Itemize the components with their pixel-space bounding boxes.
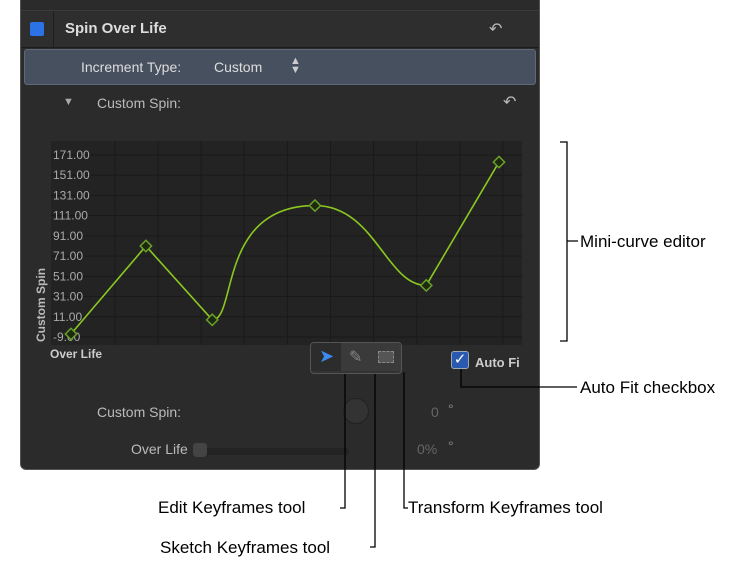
y-tick-label: 171.00 [53,148,90,162]
annotation-sketch-tool: Sketch Keyframes tool [160,538,331,557]
y-tick-label: 131.00 [53,188,90,202]
y-tick-label: 91.00 [53,229,83,243]
annotation-auto-fit: Auto Fit checkbox [580,378,716,397]
callout-line [340,372,346,509]
y-axis-label: Custom Spin [34,268,48,342]
sketch-keyframes-tool[interactable]: ✎ [341,343,372,371]
auto-fit-label: Auto Fi [475,355,520,370]
edit-keyframes-tool[interactable]: ➤ [311,343,342,371]
y-tick-label: 111.00 [53,209,88,223]
y-tick-label: 71.00 [53,249,83,263]
curve-toolbar: ➤ ✎ [310,342,402,374]
callout-line [370,372,376,548]
arrow-pointer-icon: ➤ [319,346,335,366]
annotation-edit-tool: Edit Keyframes tool [158,498,306,517]
callout-line [403,372,408,509]
bracket-callout [560,141,578,342]
y-tick-label: 151.00 [53,168,90,182]
annotation-transform-tool: Transform Keyframes tool [408,498,603,517]
auto-fit-checkbox[interactable]: ✓ [451,351,469,369]
callout-line [460,367,577,388]
pencil-icon: ✎ [349,349,363,366]
y-tick-label: 11.00 [53,310,82,324]
annotation-mini-curve: Mini-curve editor [580,232,706,251]
y-tick-label: 51.00 [53,269,83,283]
transform-keyframes-tool[interactable] [371,343,401,371]
mini-curve-editor[interactable]: 171.00 151.00 131.00 111.00 91.00 71.00 51.00 3… [0,0,756,566]
y-tick-label: 31.00 [53,290,83,304]
transform-box-icon [378,351,394,363]
x-axis-label: Over Life [50,347,102,361]
